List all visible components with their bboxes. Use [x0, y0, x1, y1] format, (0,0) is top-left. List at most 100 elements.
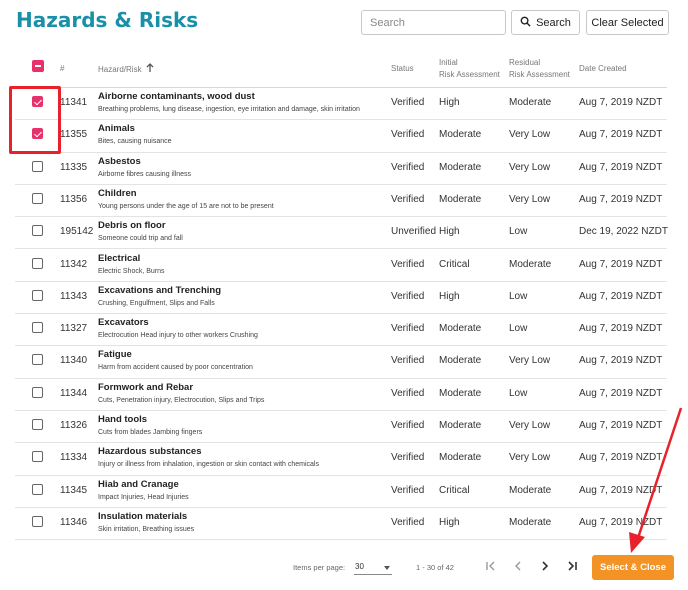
row-status: Unverified: [391, 226, 437, 238]
hazard-name: Excavations and Trenching: [98, 284, 222, 296]
table-row[interactable]: 11343 Excavations and Trenching Crushing…: [15, 282, 667, 315]
row-checkbox[interactable]: [32, 483, 43, 495]
row-status: Verified: [391, 193, 425, 205]
prev-page-icon[interactable]: [511, 559, 525, 573]
row-date: Aug 7, 2019 NZDT: [579, 129, 663, 141]
row-date: Aug 7, 2019 NZDT: [579, 161, 663, 173]
items-per-page-label: Items per page:: [293, 563, 346, 572]
hazard-description: Young persons under the age of 15 are no…: [98, 202, 274, 210]
page-title: Hazards & Risks: [16, 8, 199, 32]
row-checkbox[interactable]: [32, 354, 43, 366]
column-header-initial-line1: Initial: [439, 58, 458, 67]
row-checkbox[interactable]: [32, 515, 43, 527]
row-initial-risk: Moderate: [439, 387, 482, 399]
table-row[interactable]: 11346 Insulation materials Skin irritati…: [15, 508, 667, 541]
row-id: 11342: [60, 258, 88, 270]
row-residual-risk: Moderate: [509, 516, 552, 528]
row-id: 11340: [60, 355, 88, 367]
row-checkbox[interactable]: [32, 160, 43, 172]
column-header-hazard-label: Hazard/Risk: [98, 64, 142, 74]
row-status: Verified: [391, 484, 425, 496]
row-checkbox[interactable]: [32, 289, 43, 301]
row-checkbox[interactable]: [32, 225, 43, 237]
select-all-checkbox[interactable]: [32, 60, 44, 72]
row-initial-risk: Critical: [439, 484, 470, 496]
hazard-description: Cuts from blades Jambing fingers: [98, 429, 203, 436]
row-initial-risk: Moderate: [439, 452, 482, 464]
hazard-description: Harm from accident caused by poor concen…: [98, 364, 253, 372]
next-page-icon[interactable]: [538, 559, 552, 573]
row-checkbox[interactable]: [32, 257, 43, 269]
row-initial-risk: High: [439, 97, 460, 108]
row-status: Verified: [391, 161, 425, 173]
row-checkbox[interactable]: [32, 419, 43, 430]
row-date: Aug 7, 2019 NZDT: [579, 323, 663, 335]
row-id: 11327: [60, 323, 88, 335]
row-residual-risk: Low: [509, 323, 528, 335]
first-page-icon[interactable]: [484, 559, 498, 573]
row-checkbox[interactable]: [32, 192, 43, 204]
column-header-hazard[interactable]: Hazard/Risk: [98, 63, 154, 76]
table-row[interactable]: 11355 Animals Bites, causing nuisance Ve…: [15, 120, 667, 153]
hazard-name: Airborne contaminants, wood dust: [98, 91, 255, 102]
table-row[interactable]: 11341 Airborne contaminants, wood dust B…: [15, 88, 667, 121]
row-residual-risk: Moderate: [509, 97, 552, 108]
row-initial-risk: High: [439, 226, 460, 238]
hazard-description: Airborne fibres causing illness: [98, 170, 191, 178]
table-row[interactable]: 11342 Electrical Electric Shock, Burns V…: [15, 250, 667, 282]
table-row[interactable]: 195142 Debris on floor Someone could tri…: [15, 217, 668, 250]
row-date: Aug 7, 2019 NZDT: [579, 258, 663, 270]
row-residual-risk: Very Low: [509, 420, 551, 431]
row-status: Verified: [391, 355, 425, 367]
hazard-description: Cuts, Penetration injury, Electrocution,…: [98, 396, 265, 404]
dropdown-arrow-icon: [384, 566, 390, 570]
select-and-close-button[interactable]: Select & Close: [592, 555, 674, 580]
row-status: Verified: [391, 323, 425, 335]
last-page-icon[interactable]: [565, 559, 579, 573]
table-row[interactable]: 11344 Formwork and Rebar Cuts, Penetrati…: [15, 379, 667, 411]
search-button[interactable]: Search: [511, 10, 580, 35]
row-initial-risk: Moderate: [439, 355, 482, 367]
pagination-range: 1 - 30 of 42: [416, 563, 454, 572]
column-header-initial: Initial Risk Assessment: [439, 57, 500, 81]
column-header-residual-line1: Residual: [509, 58, 541, 67]
table-row[interactable]: 11345 Hiab and Cranage Impact Injuries, …: [15, 476, 667, 508]
row-checkbox[interactable]: [32, 322, 43, 334]
row-checkbox[interactable]: [32, 451, 43, 463]
row-checkbox[interactable]: [32, 386, 43, 398]
row-status: Verified: [391, 516, 425, 528]
hazard-description: Impact Injuries, Head Injuries: [98, 493, 189, 501]
row-initial-risk: Moderate: [439, 193, 482, 205]
row-id: 11344: [60, 387, 88, 399]
search-input[interactable]: [361, 10, 506, 35]
row-initial-risk: Moderate: [439, 161, 482, 173]
row-id: 11334: [60, 452, 88, 464]
row-date: Aug 7, 2019 NZDT: [579, 193, 663, 205]
row-residual-risk: Very Low: [509, 355, 551, 367]
row-date: Aug 7, 2019 NZDT: [579, 290, 663, 302]
hazard-name: Asbestos: [98, 155, 141, 167]
row-id: 11346: [60, 516, 88, 528]
table-row[interactable]: 11327 Excavators Electrocution Head inju…: [15, 314, 667, 347]
row-date: Aug 7, 2019 NZDT: [579, 420, 663, 431]
column-header-id: #: [60, 64, 65, 73]
row-initial-risk: Critical: [439, 258, 470, 270]
table-row[interactable]: 11340 Fatigue Harm from accident caused …: [15, 346, 667, 379]
search-icon: [520, 16, 531, 30]
row-date: Aug 7, 2019 NZDT: [579, 484, 663, 496]
table-row[interactable]: 11335 Asbestos Airborne fibres causing i…: [15, 153, 667, 185]
table-row[interactable]: 11326 Hand tools Cuts from blades Jambin…: [15, 411, 667, 444]
row-residual-risk: Very Low: [509, 193, 551, 205]
hazard-name: Electrical: [98, 252, 141, 264]
row-residual-risk: Very Low: [509, 161, 551, 173]
clear-selected-button[interactable]: Clear Selected: [586, 10, 669, 35]
row-date: Aug 7, 2019 NZDT: [579, 355, 663, 367]
search-button-label: Search: [536, 16, 571, 29]
row-initial-risk: High: [439, 516, 460, 528]
row-status: Verified: [391, 387, 425, 399]
table-row[interactable]: 11334 Hazardous substances Injury or ill…: [15, 443, 667, 476]
table-row[interactable]: 11356 Children Young persons under the a…: [15, 185, 667, 218]
items-per-page-select[interactable]: 30: [354, 560, 392, 575]
hazard-description: Electrocution Head injury to other worke…: [98, 332, 258, 340]
column-header-residual: Residual Risk Assessment: [509, 57, 570, 81]
